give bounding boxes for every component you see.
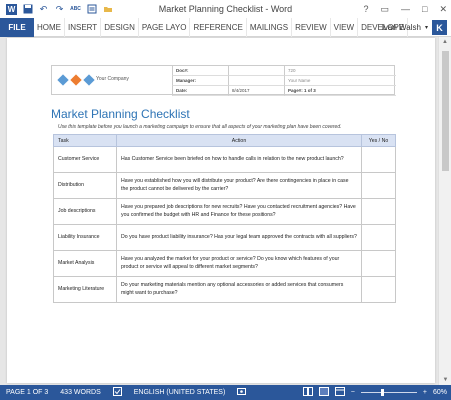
table-row: Market Analysis Have you analyzed the ma… [53,250,396,277]
tab-review[interactable]: REVIEW [292,17,331,37]
user-account[interactable]: Ivan Walsh ▾ K [382,18,447,37]
tab-references[interactable]: REFERENCE [190,17,247,37]
chevron-down-icon[interactable]: ▾ [425,24,428,31]
tab-insert[interactable]: INSERT [65,17,102,37]
macro-icon[interactable] [231,387,252,398]
document-title: Market Planning Checklist [51,107,190,121]
web-layout-icon[interactable] [334,387,345,398]
logo-diamond [83,74,95,86]
window-controls: ? ▭ — □ ✕ [363,0,447,18]
logo-diamond [57,74,69,86]
table-row: Liability Insurance Do you have product … [53,224,396,251]
save-icon[interactable] [22,4,33,15]
avatar[interactable]: K [432,20,447,35]
word-count[interactable]: 433 WORDS [54,389,106,396]
user-name[interactable]: Ivan Walsh [382,23,421,32]
yes-no-cell[interactable] [361,198,396,225]
close-button[interactable]: ✕ [439,4,447,15]
redo-icon[interactable]: ↷ [54,4,65,15]
tab-view[interactable]: VIEW [331,17,359,37]
scrollbar-thumb[interactable] [442,51,449,171]
task-cell[interactable]: Customer Service [53,146,117,173]
table-row: Distribution Have you established how yo… [53,172,396,199]
spelling-icon[interactable]: ABC [70,4,81,15]
document-intro: Use this template before you launch a ma… [58,124,342,130]
zoom-slider[interactable] [360,389,417,396]
column-header-yes-no: Yes / No [361,134,396,147]
zoom-in-button[interactable]: + [423,389,427,396]
company-logo [57,74,95,86]
header-grid: Doc#: 720 Manager: Your Name Date: 8/4/2… [172,66,396,96]
document-header-table: Your Company Doc#: 720 Manager: Your Nam… [51,65,396,96]
column-header-action: Action [116,134,362,147]
task-cell[interactable]: Liability Insurance [53,224,117,251]
checklist-table: Task Action Yes / No Customer Service Ha… [53,134,396,303]
print-layout-icon[interactable] [318,387,329,398]
yes-no-cell[interactable] [361,172,396,199]
title-bar: W ↶ ↷ ABC Market Planning Checklist - Wo… [0,0,451,18]
table-row: Job descriptions Have you prepared job d… [53,198,396,225]
header-value: Page#: 1 of 3 [284,86,396,96]
header-value [228,66,284,76]
column-header-task: Task [53,134,117,147]
yes-no-cell[interactable] [361,224,396,251]
yes-no-cell[interactable] [361,250,396,277]
language[interactable]: ENGLISH (UNITED STATES) [128,389,232,396]
table-row: Marketing Literature Do your marketing m… [53,276,396,303]
action-cell[interactable]: Do your marketing materials mention any … [116,276,362,303]
company-name: Your Company [96,76,129,82]
yes-no-cell[interactable] [361,276,396,303]
header-value: 8/4/2017 [228,86,284,96]
view-and-zoom: − + 60% [302,385,447,400]
read-mode-icon[interactable] [302,387,313,398]
maximize-button[interactable]: □ [422,4,427,14]
zoom-level[interactable]: 60% [433,389,447,396]
action-cell[interactable]: Do you have product liability insurance?… [116,224,362,251]
yes-no-cell[interactable] [361,146,396,173]
minimize-button[interactable]: — [401,4,410,14]
tab-mailings[interactable]: MAILINGS [247,17,293,37]
undo-icon[interactable]: ↶ [38,4,49,15]
logo-diamond [70,74,82,86]
tab-design[interactable]: DESIGN [101,17,139,37]
action-cell[interactable]: Have you analyzed the market for your pr… [116,250,362,277]
header-key: Date: [172,86,228,96]
ribbon-display-button[interactable]: ▭ [381,4,390,15]
task-cell[interactable]: Market Analysis [53,250,117,277]
proofing-icon[interactable] [107,387,128,398]
open-icon[interactable] [102,4,113,15]
header-value: 720 [284,66,396,76]
vertical-scrollbar[interactable]: ▲ ▼ [438,37,451,385]
zoom-out-button[interactable]: − [351,389,355,396]
status-bar: PAGE 1 OF 3 433 WORDS ENGLISH (UNITED ST… [0,385,451,400]
header-key: Manager: [172,76,228,86]
task-cell[interactable]: Marketing Literature [53,276,117,303]
header-key: Doc#: [172,66,228,76]
help-button[interactable]: ? [363,4,368,14]
document-area: Your Company Doc#: 720 Manager: Your Nam… [0,37,451,385]
action-cell[interactable]: Has Customer Service been briefed on how… [116,146,362,173]
tab-page-layout[interactable]: PAGE LAYO [139,17,191,37]
scroll-down-icon[interactable]: ▼ [439,375,451,385]
task-cell[interactable]: Distribution [53,172,117,199]
scroll-up-icon[interactable]: ▲ [439,37,451,47]
action-cell[interactable]: Have you prepared job descriptions for n… [116,198,362,225]
document-page[interactable]: Your Company Doc#: 720 Manager: Your Nam… [7,38,435,383]
task-cell[interactable]: Job descriptions [53,198,117,225]
action-cell[interactable]: Have you established how you will distri… [116,172,362,199]
tab-file[interactable]: FILE [0,17,34,37]
table-row: Customer Service Has Customer Service be… [53,146,396,173]
tab-home[interactable]: HOME [34,17,65,37]
header-value: Your Name [284,76,396,86]
quick-access-toolbar: W ↶ ↷ ABC [0,3,113,15]
print-preview-icon[interactable] [86,4,97,15]
header-value [228,76,284,86]
page-count[interactable]: PAGE 1 OF 3 [0,389,54,396]
word-icon[interactable]: W [6,3,17,15]
